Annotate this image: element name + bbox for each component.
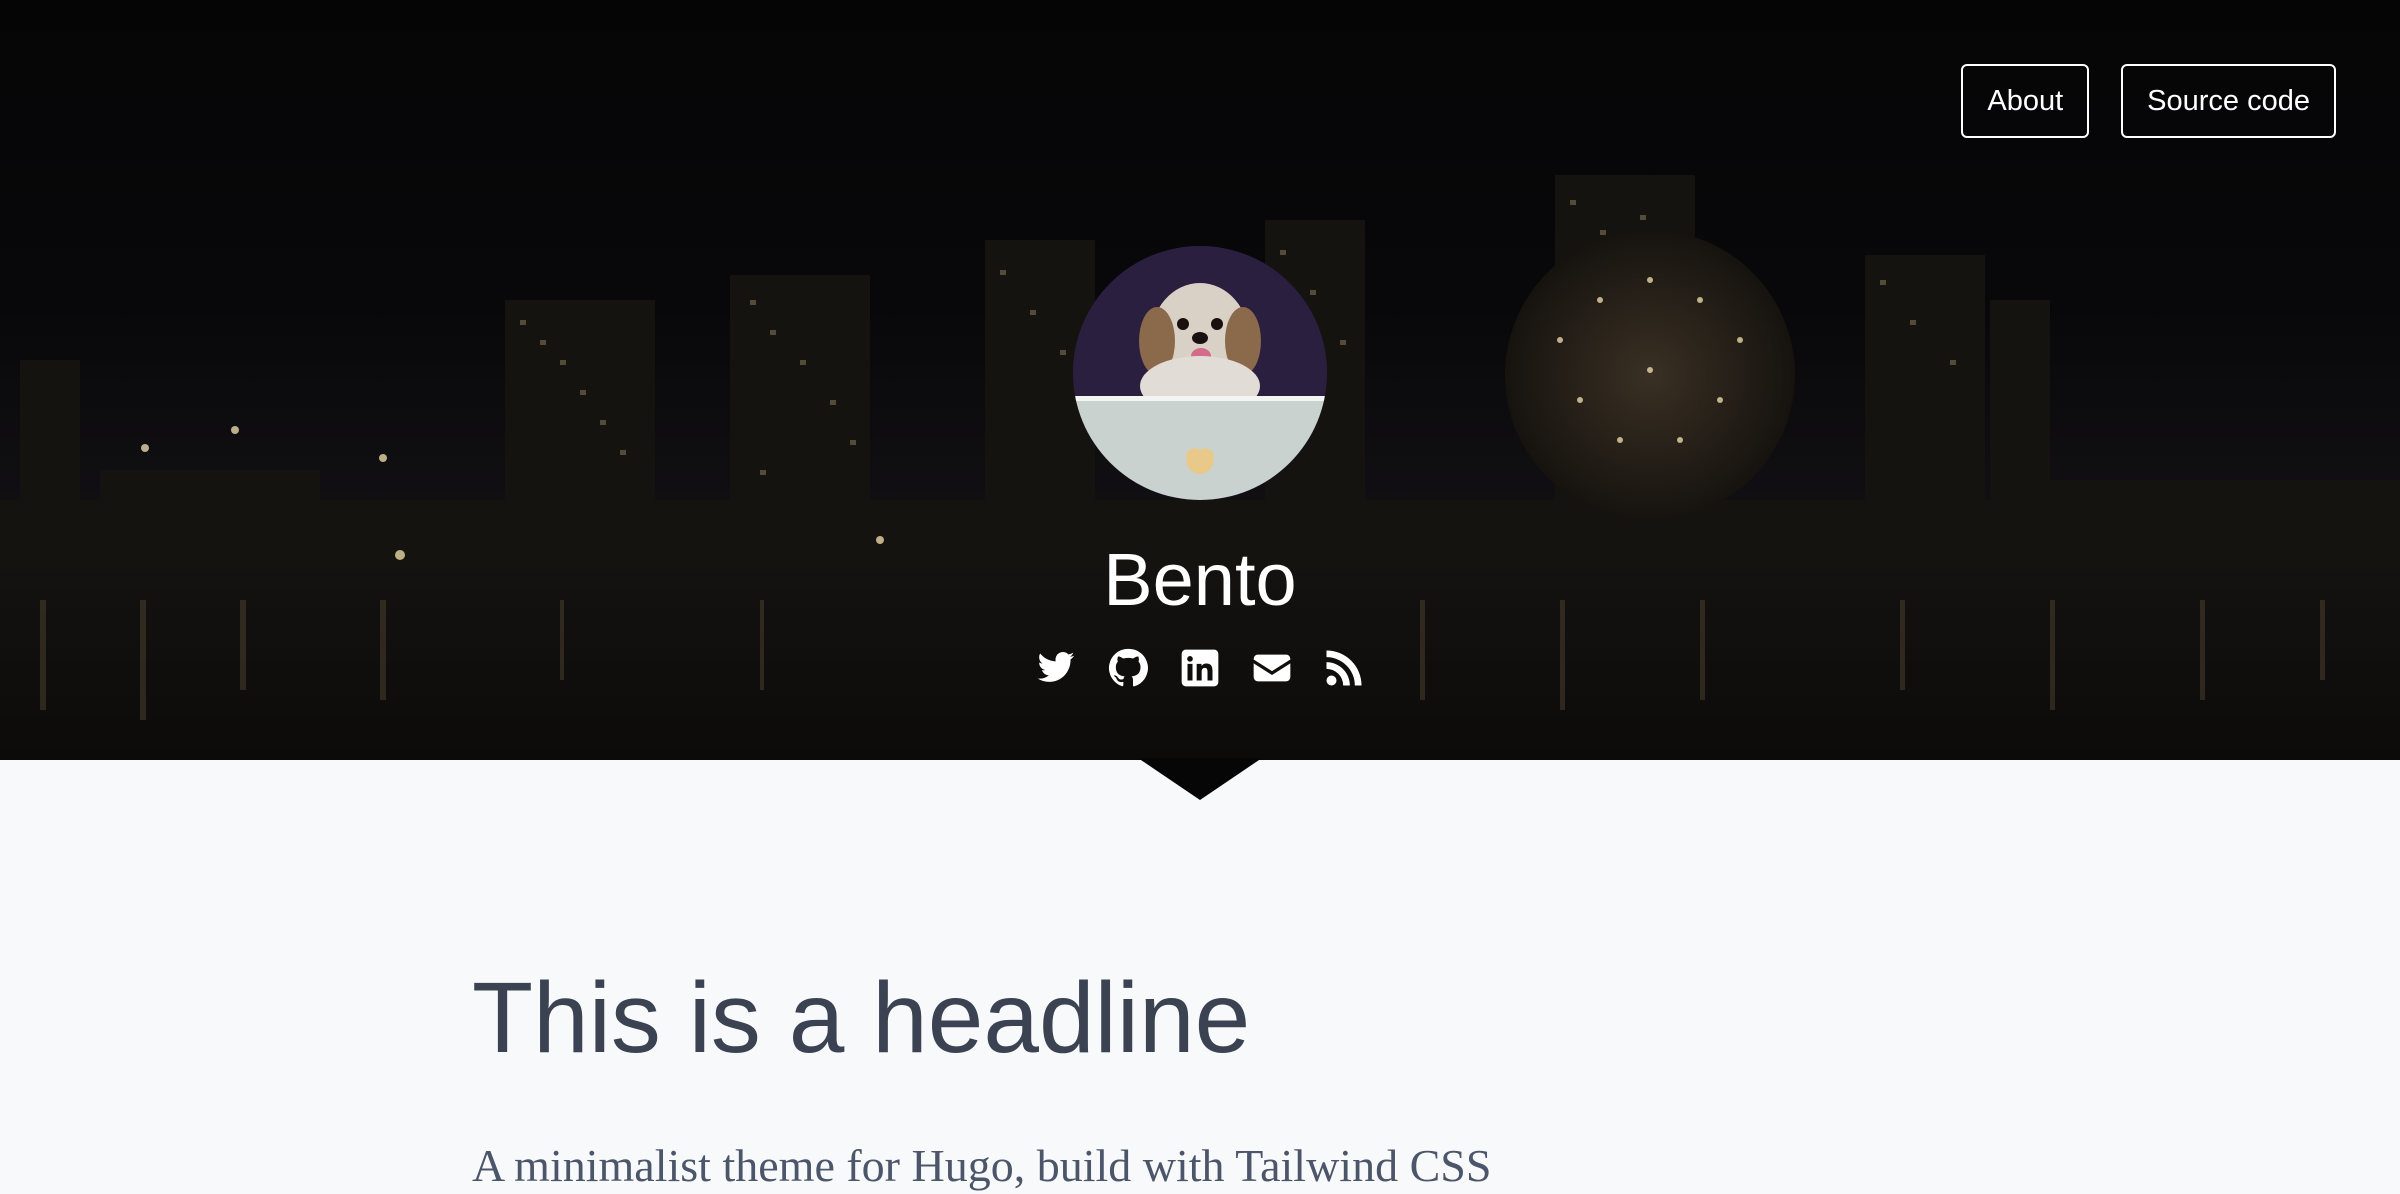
page-headline: This is a headline	[472, 962, 1251, 1074]
email-icon[interactable]	[1252, 648, 1292, 688]
hero-banner: About Source code Bento	[0, 0, 2400, 760]
source-code-button[interactable]: Source code	[2121, 64, 2336, 138]
about-button[interactable]: About	[1961, 64, 2090, 138]
rss-icon[interactable]	[1324, 648, 1364, 688]
avatar	[1073, 246, 1327, 500]
top-nav: About Source code	[1961, 64, 2336, 138]
social-links	[1036, 648, 1364, 688]
intro-text: A minimalist theme for Hugo, build with …	[472, 1140, 1492, 1191]
hero-notch	[1138, 758, 1262, 800]
github-icon[interactable]	[1108, 648, 1148, 688]
linkedin-icon[interactable]	[1180, 648, 1220, 688]
site-title: Bento	[1103, 538, 1297, 621]
twitter-icon[interactable]	[1036, 648, 1076, 688]
dog-avatar-image	[1073, 246, 1327, 500]
